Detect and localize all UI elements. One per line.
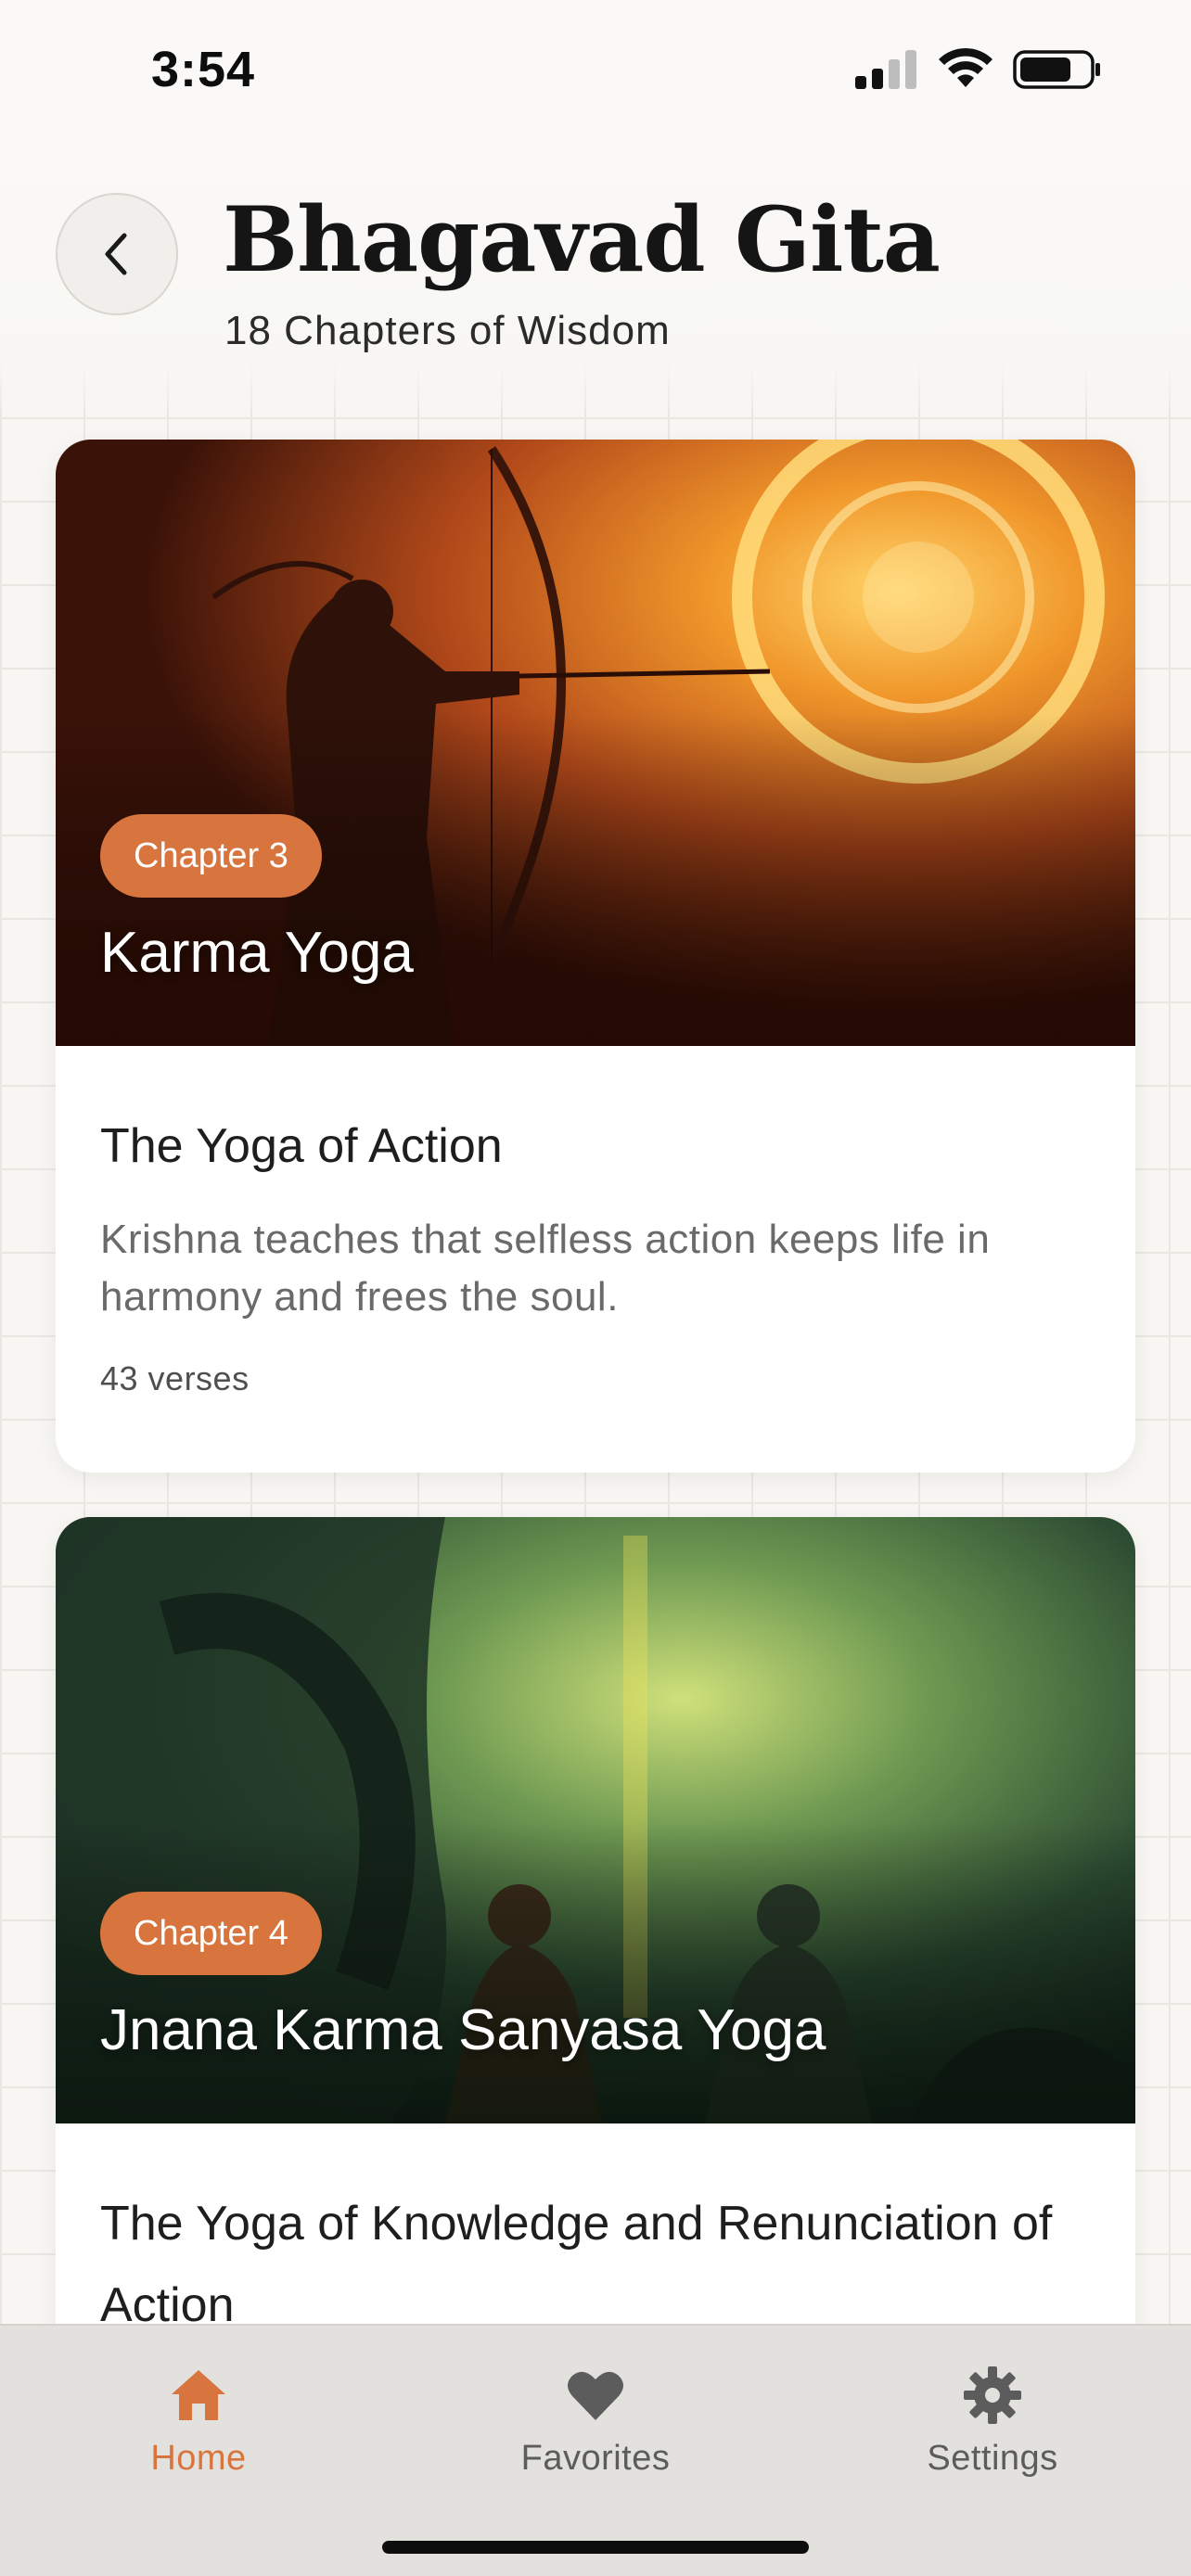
nav-item-home[interactable]: Home: [78, 2365, 319, 2479]
battery-icon: [1013, 50, 1100, 89]
chapter-name: Karma Yoga: [100, 921, 414, 985]
chapter-subtitle: The Yoga of Action: [100, 1119, 503, 1173]
chapter-card[interactable]: Chapter 3 Karma Yoga The Yoga of Action …: [56, 440, 1135, 1473]
home-icon: [172, 2370, 225, 2420]
chapter-subtitle: The Yoga of Knowledge and Renunciation o…: [100, 2197, 1053, 2332]
status-time: 3:54: [151, 42, 256, 97]
chapter-description: Krishna teaches that selfless action kee…: [100, 1217, 991, 1320]
cellular-signal-icon: [855, 50, 916, 89]
nav-label-settings: Settings: [927, 2439, 1058, 2478]
back-button[interactable]: [56, 193, 178, 315]
nav-label-favorites: Favorites: [520, 2439, 671, 2478]
chapter-badge: Chapter 4: [100, 1892, 322, 1975]
wifi-icon: [939, 47, 992, 87]
heart-icon: [568, 2371, 623, 2420]
header: Bhagavad Gita 18 Chapters of Wisdom: [0, 139, 1191, 417]
verse-count: 43 verses: [100, 1359, 250, 1397]
card-body: The Yoga of Knowledge and Renunciation o…: [56, 2183, 1135, 2346]
bottom-nav: Home Favorites Settings: [0, 2324, 1191, 2576]
nav-label-home: Home: [150, 2439, 247, 2478]
home-indicator: [382, 2541, 809, 2554]
card-body: The Yoga of Action Krishna teaches that …: [56, 1105, 1135, 1398]
chevron-left-icon: [105, 233, 127, 275]
page-title: Bhagavad Gita: [223, 187, 941, 292]
nav-item-favorites[interactable]: Favorites: [475, 2365, 716, 2479]
chapter-image: Chapter 4 Jnana Karma Sanyasa Yoga: [56, 1517, 1135, 2123]
status-bar: 3:54: [0, 0, 1191, 139]
chapter-badge: Chapter 3: [100, 814, 322, 898]
gear-icon: [964, 2366, 1021, 2424]
chapter-image: Chapter 3 Karma Yoga: [56, 440, 1135, 1046]
nav-item-settings[interactable]: Settings: [872, 2365, 1113, 2479]
page-subtitle: 18 Chapters of Wisdom: [224, 308, 671, 353]
chapter-name: Jnana Karma Sanyasa Yoga: [100, 1998, 826, 2062]
screen: 3:54 Bhagavad Gita 18 Chapters of Wisdom: [0, 0, 1191, 2576]
